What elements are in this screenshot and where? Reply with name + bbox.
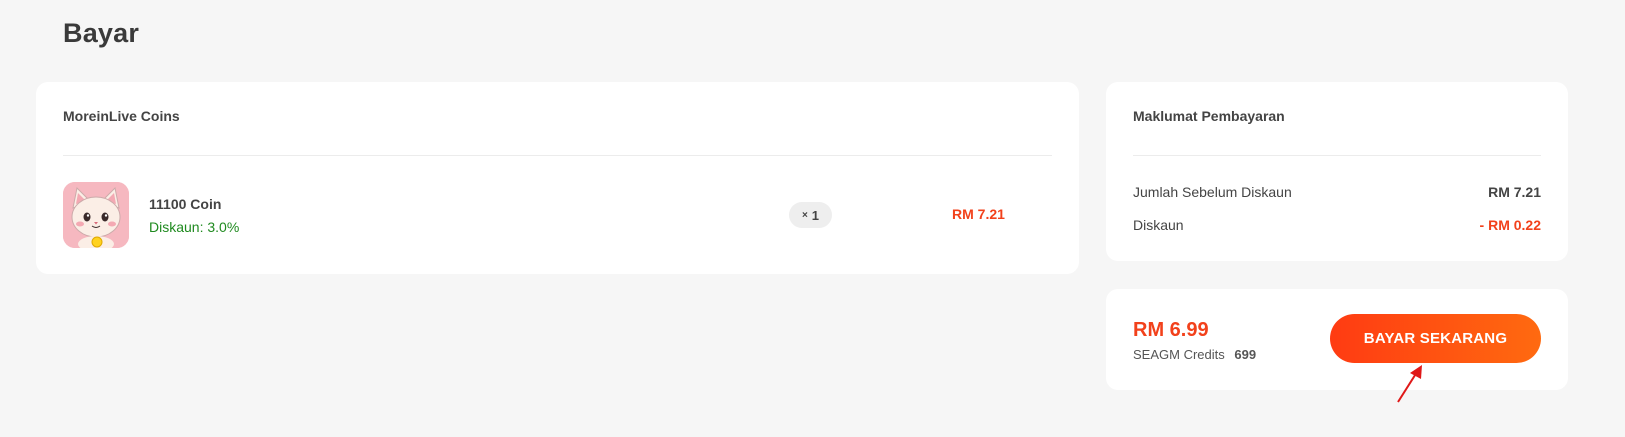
payment-info-card: Maklumat Pembayaran Jumlah Sebelum Diska… xyxy=(1106,82,1568,261)
product-name: 11100 Coin xyxy=(149,196,222,212)
discount-value: - RM 0.22 xyxy=(1479,217,1541,233)
product-discount: Diskaun: 3.0% xyxy=(149,219,240,235)
page-title: Bayar xyxy=(63,18,140,48)
quantity-badge: × 1 xyxy=(789,202,832,228)
credits-label: SEAGM Credits xyxy=(1133,347,1225,362)
divider xyxy=(63,155,1052,156)
product-card-title: MoreinLive Coins xyxy=(63,108,180,124)
discount-label: Diskaun xyxy=(1133,217,1184,233)
cat-coin-icon xyxy=(63,182,129,248)
payment-info-title: Maklumat Pembayaran xyxy=(1133,108,1285,124)
annotation-arrow-icon xyxy=(1397,365,1422,403)
credits-value: 699 xyxy=(1234,347,1257,362)
payment-summary-card: RM 6.99 SEAGM Credits 699 BAYAR SEKARANG xyxy=(1106,289,1568,390)
total-amount: RM 6.99 xyxy=(1133,319,1209,341)
pay-now-button[interactable]: BAYAR SEKARANG xyxy=(1330,314,1541,363)
quantity-value: 1 xyxy=(811,207,820,223)
subtotal-label: Jumlah Sebelum Diskaun xyxy=(1133,184,1292,200)
product-price: RM 7.21 xyxy=(952,206,1005,222)
product-card: MoreinLive Coins 11100 Coin Diskaun: 3.0… xyxy=(36,82,1079,274)
subtotal-value: RM 7.21 xyxy=(1488,184,1541,200)
seagm-credits: SEAGM Credits 699 xyxy=(1133,347,1256,362)
divider xyxy=(1133,155,1541,156)
multiply-icon: × xyxy=(801,209,808,221)
